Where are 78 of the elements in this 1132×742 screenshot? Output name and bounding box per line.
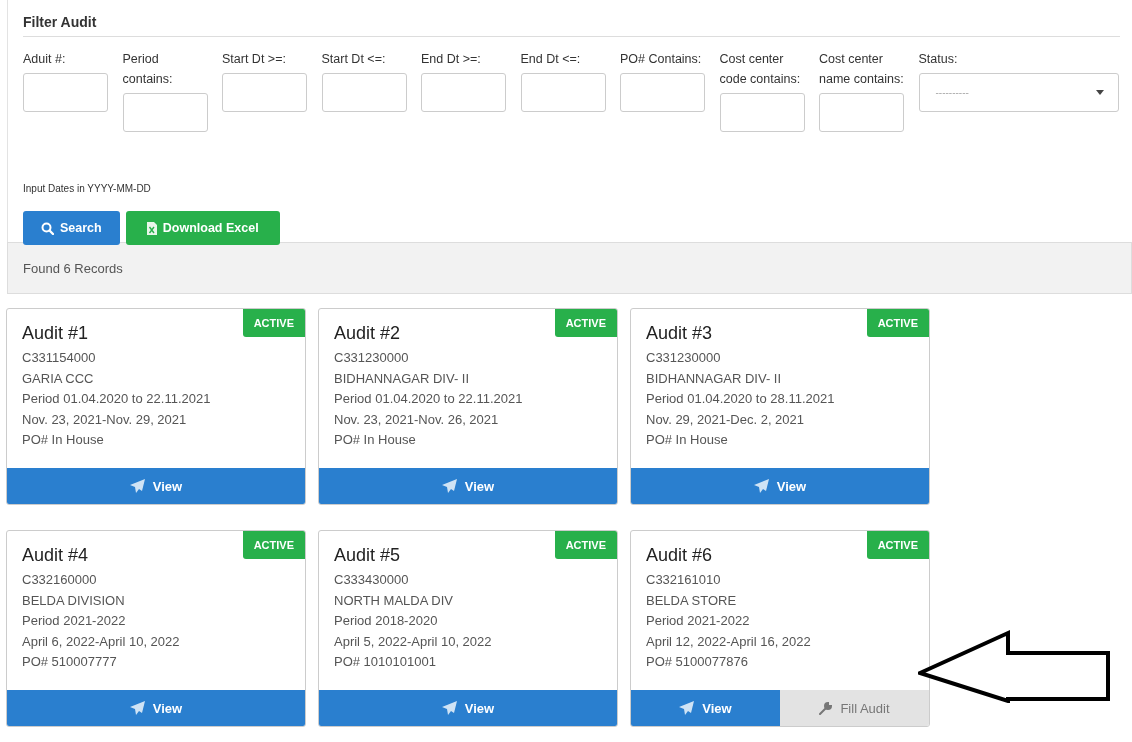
view-button[interactable]: View	[319, 690, 617, 726]
card-detail: Nov. 23, 2021-Nov. 26, 2021	[334, 410, 500, 429]
card-detail: April 5, 2022-April 10, 2022	[334, 632, 493, 651]
card-detail: PO# 5100077876	[646, 653, 749, 671]
input-field[interactable]	[321, 73, 407, 112]
view-button[interactable]: View	[631, 690, 780, 726]
input-field[interactable]	[122, 93, 208, 132]
field-label: Cost center code contains:	[719, 51, 802, 88]
fill-audit-button[interactable]: Fill Audit	[780, 690, 929, 726]
paper-plane-icon	[441, 701, 457, 715]
field-label: Status:	[918, 51, 959, 68]
card-detail: Period 01.04.2020 to 28.11.2021	[646, 390, 836, 408]
wrench-icon	[819, 701, 833, 715]
card-detail: Nov. 29, 2021-Dec. 2, 2021	[646, 410, 806, 429]
card-detail: BIDHANNAGAR DIV- II	[646, 369, 783, 388]
status-badge: ACTIVE	[242, 531, 305, 559]
view-button[interactable]: View	[7, 690, 305, 726]
card-detail: PO# In House	[334, 431, 417, 449]
card-detail: C331230000	[334, 349, 410, 367]
input-field[interactable]	[222, 73, 307, 112]
input-field[interactable]	[520, 73, 606, 112]
card-detail: C332160000	[22, 571, 98, 589]
status-badge: ACTIVE	[554, 309, 617, 337]
field-label: Aduit #:	[23, 51, 67, 68]
record-count: Found 6 Records	[23, 260, 123, 276]
field-label: End Dt <=:	[520, 51, 582, 68]
field-label: Period contains:	[122, 51, 174, 88]
card-detail: GARIA CCC	[22, 369, 95, 388]
paper-plane-icon	[753, 479, 769, 493]
status-badge: ACTIVE	[866, 309, 929, 337]
card-detail: BIDHANNAGAR DIV- II	[334, 369, 471, 388]
paper-plane-icon	[441, 479, 457, 493]
card-detail: Period 2021-2022	[22, 612, 127, 630]
field-label: Start Dt <=:	[321, 51, 387, 68]
date-format-hint: Input Dates in YYYY-MM-DD	[23, 183, 152, 194]
status-badge: ACTIVE	[242, 309, 305, 337]
download-button[interactable]: Download Excel	[125, 211, 280, 245]
view-button[interactable]: View	[319, 468, 617, 504]
card-detail: PO# In House	[646, 431, 729, 449]
panel-title: Filter Audit	[23, 14, 1120, 37]
input-field[interactable]	[819, 93, 904, 132]
card-detail: Period 01.04.2020 to 22.11.2021	[334, 390, 524, 408]
search-button[interactable]: Search	[23, 211, 120, 245]
card-detail: PO# 510007777	[22, 653, 118, 671]
field-label: Cost center name contains:	[819, 51, 904, 88]
paper-plane-icon	[129, 479, 145, 493]
card-detail: BELDA STORE	[646, 591, 738, 610]
input-field[interactable]	[23, 73, 108, 112]
card-detail: C332161010	[646, 571, 722, 589]
input-field[interactable]	[421, 73, 506, 112]
card-detail: NORTH MALDA DIV	[334, 591, 454, 610]
paper-plane-icon	[679, 701, 695, 715]
card-detail: Period 2018-2020	[334, 612, 439, 630]
status-badge: ACTIVE	[554, 531, 617, 559]
card-detail: C333430000	[334, 571, 410, 589]
view-button[interactable]: View	[7, 468, 305, 504]
view-button[interactable]: View	[631, 468, 929, 504]
card-detail: PO# In House	[22, 431, 105, 449]
card-detail: April 6, 2022-April 10, 2022	[22, 632, 181, 651]
spreadsheet-file-icon	[146, 221, 157, 235]
search-icon	[41, 221, 54, 235]
card-detail: Period 2021-2022	[646, 612, 751, 630]
field-label: End Dt >=:	[421, 51, 482, 68]
field-label: PO# Contains:	[620, 51, 703, 68]
field-label: Start Dt >=:	[222, 51, 287, 68]
card-detail: April 12, 2022-April 16, 2022	[646, 632, 812, 651]
input-field[interactable]	[620, 73, 705, 112]
card-detail: C331230000	[646, 349, 722, 367]
status-badge: ACTIVE	[866, 531, 929, 559]
input-field[interactable]	[719, 93, 805, 132]
paper-plane-icon	[129, 701, 145, 715]
caret-icon	[1095, 90, 1104, 95]
card-detail: C331154000	[22, 349, 97, 367]
card-detail: PO# 1010101001	[334, 653, 437, 671]
card-detail: Nov. 23, 2021-Nov. 29, 2021	[22, 410, 188, 429]
card-detail: BELDA DIVISION	[22, 591, 126, 610]
status-dropdown[interactable]: ----------	[918, 73, 1119, 112]
card-detail: Period 01.04.2020 to 22.11.2021	[22, 390, 212, 408]
